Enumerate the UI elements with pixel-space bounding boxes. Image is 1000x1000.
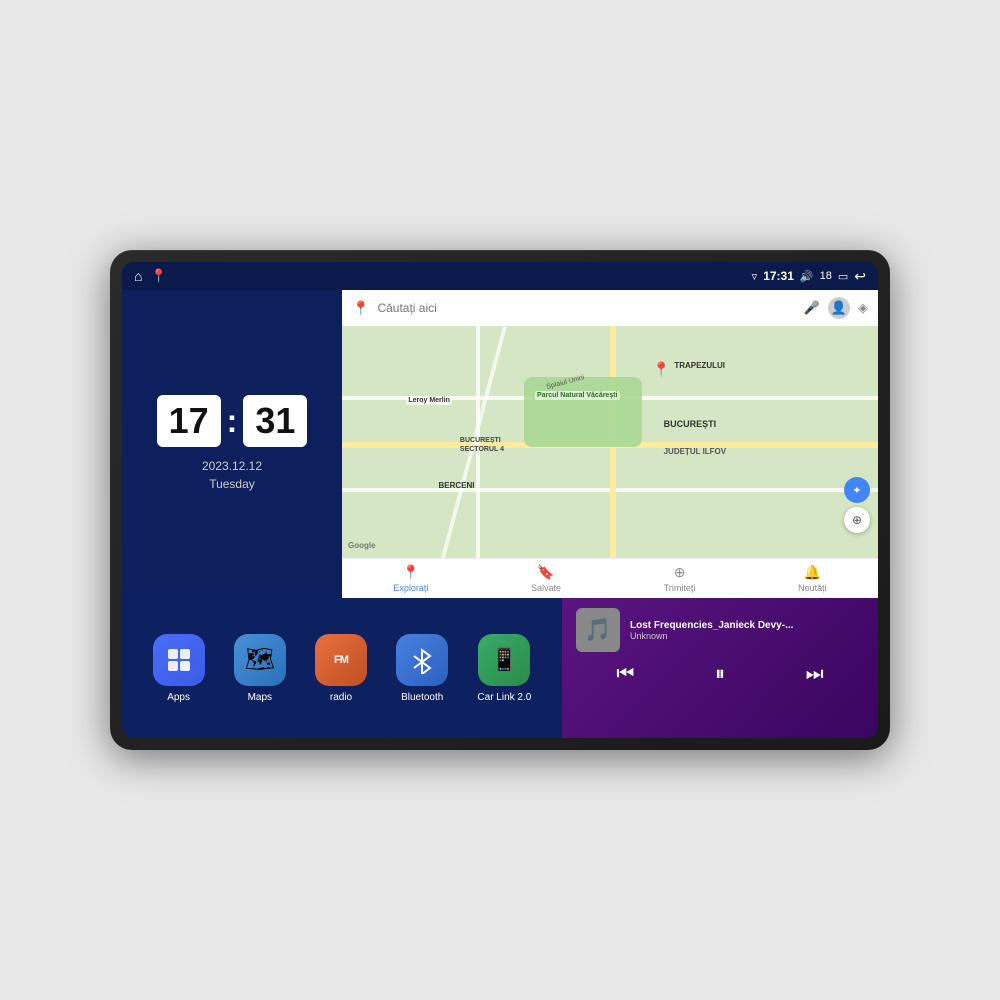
app-icon-carlink[interactable]: 📱 Car Link 2.0 — [477, 634, 531, 703]
music-controls: ⏮ ⏸ ⏭ — [576, 660, 864, 688]
carlink-icon: 📱 — [478, 634, 530, 686]
bluetooth-label: Bluetooth — [401, 692, 443, 703]
apps-label: Apps — [167, 692, 190, 703]
compass-button[interactable]: ✦ — [844, 477, 870, 503]
map-search-bar: 📍 🎤 👤 ◈ — [342, 290, 878, 326]
map-tab-saved[interactable]: 🔖 Salvate — [531, 564, 561, 593]
app-icon-bluetooth[interactable]: Bluetooth — [396, 634, 448, 703]
location-button[interactable]: ⊕ — [844, 507, 870, 533]
clock-minute: 31 — [243, 395, 307, 447]
avatar[interactable]: 👤 — [828, 297, 850, 319]
app-icon-apps[interactable]: Apps — [153, 634, 205, 703]
map-bottom-bar: 📍 Explorați 🔖 Salvate ⊕ Trimiteți 🔔 Nout… — [342, 558, 878, 598]
clock-colon: : — [227, 405, 238, 437]
clock-widget: 17 : 31 2023.12.12 Tuesday — [122, 290, 342, 598]
clock-date: 2023.12.12 Tuesday — [202, 457, 262, 493]
app-icon-maps[interactable]: 🗺 Maps — [234, 634, 286, 703]
music-text: Lost Frequencies_Janieck Devy-... Unknow… — [630, 620, 864, 641]
car-head-unit: ⌂ 📍 ▿ 17:31 🔊 18 ▭ ↩ 17 : — [110, 250, 890, 750]
maps-icon: 🗺 — [234, 634, 286, 686]
battery-level: 18 — [820, 270, 832, 282]
map-area[interactable]: BUCUREȘTI JUDEȚUL ILFOV BERCENI TRAPEZUL… — [342, 326, 878, 558]
clock-hour: 17 — [157, 395, 221, 447]
share-icon: ⊕ — [674, 564, 686, 581]
clock-display: 17 : 31 — [157, 395, 308, 447]
back-icon[interactable]: ↩ — [854, 268, 866, 285]
explore-icon: 📍 — [402, 564, 419, 581]
app-icon-radio[interactable]: FM radio — [315, 634, 367, 703]
play-pause-button[interactable]: ⏸ — [715, 664, 725, 684]
device-screen: ⌂ 📍 ▿ 17:31 🔊 18 ▭ ↩ 17 : — [122, 262, 878, 738]
home-icon[interactable]: ⌂ — [134, 268, 142, 284]
voice-search-icon[interactable]: 🎤 — [804, 300, 820, 316]
battery-icon: ▭ — [838, 270, 848, 283]
music-title: Lost Frequencies_Janieck Devy-... — [630, 620, 864, 631]
map-tab-explore[interactable]: 📍 Explorați — [393, 564, 428, 593]
left-panel: 17 : 31 2023.12.12 Tuesday — [122, 290, 342, 598]
map-section: 📍 🎤 👤 ◈ — [342, 290, 878, 598]
radio-label: radio — [330, 692, 352, 703]
prev-button[interactable]: ⏮ — [616, 664, 634, 684]
map-background: BUCUREȘTI JUDEȚUL ILFOV BERCENI TRAPEZUL… — [342, 326, 878, 558]
status-left: ⌂ 📍 — [134, 268, 167, 284]
bluetooth-icon-circle — [396, 634, 448, 686]
status-right: ▿ 17:31 🔊 18 ▭ ↩ — [752, 268, 866, 285]
music-artist: Unknown — [630, 631, 864, 641]
volume-icon: 🔊 — [800, 270, 814, 283]
status-bar: ⌂ 📍 ▿ 17:31 🔊 18 ▭ ↩ — [122, 262, 878, 290]
saved-icon: 🔖 — [537, 564, 554, 581]
map-tab-share[interactable]: ⊕ Trimiteți — [664, 564, 696, 593]
next-button[interactable]: ⏭ — [806, 664, 824, 684]
layers-icon[interactable]: ◈ — [858, 300, 868, 316]
map-search-actions: 🎤 👤 ◈ — [804, 297, 868, 319]
radio-icon: FM — [315, 634, 367, 686]
maps-label: Maps — [248, 692, 272, 703]
album-art: 🎵 — [576, 608, 620, 652]
main-content: 17 : 31 2023.12.12 Tuesday 📍 — [122, 290, 878, 598]
bottom-row: Apps 🗺 Maps FM radio — [122, 598, 878, 738]
apps-icon — [153, 634, 205, 686]
search-input[interactable] — [377, 301, 795, 315]
map-tab-news[interactable]: 🔔 Noutăți — [798, 564, 827, 593]
maps-status-icon[interactable]: 📍 — [150, 268, 166, 284]
app-icons-panel: Apps 🗺 Maps FM radio — [122, 598, 562, 738]
music-panel: 🎵 Lost Frequencies_Janieck Devy-... Unkn… — [562, 598, 878, 738]
music-info: 🎵 Lost Frequencies_Janieck Devy-... Unkn… — [576, 608, 864, 652]
news-icon: 🔔 — [804, 564, 821, 581]
map-location-pin: 📍 — [653, 361, 670, 378]
time-display: 17:31 — [763, 269, 794, 283]
signal-icon: ▿ — [752, 270, 758, 283]
carlink-label: Car Link 2.0 — [477, 692, 531, 703]
maps-logo-icon: 📍 — [352, 300, 369, 317]
